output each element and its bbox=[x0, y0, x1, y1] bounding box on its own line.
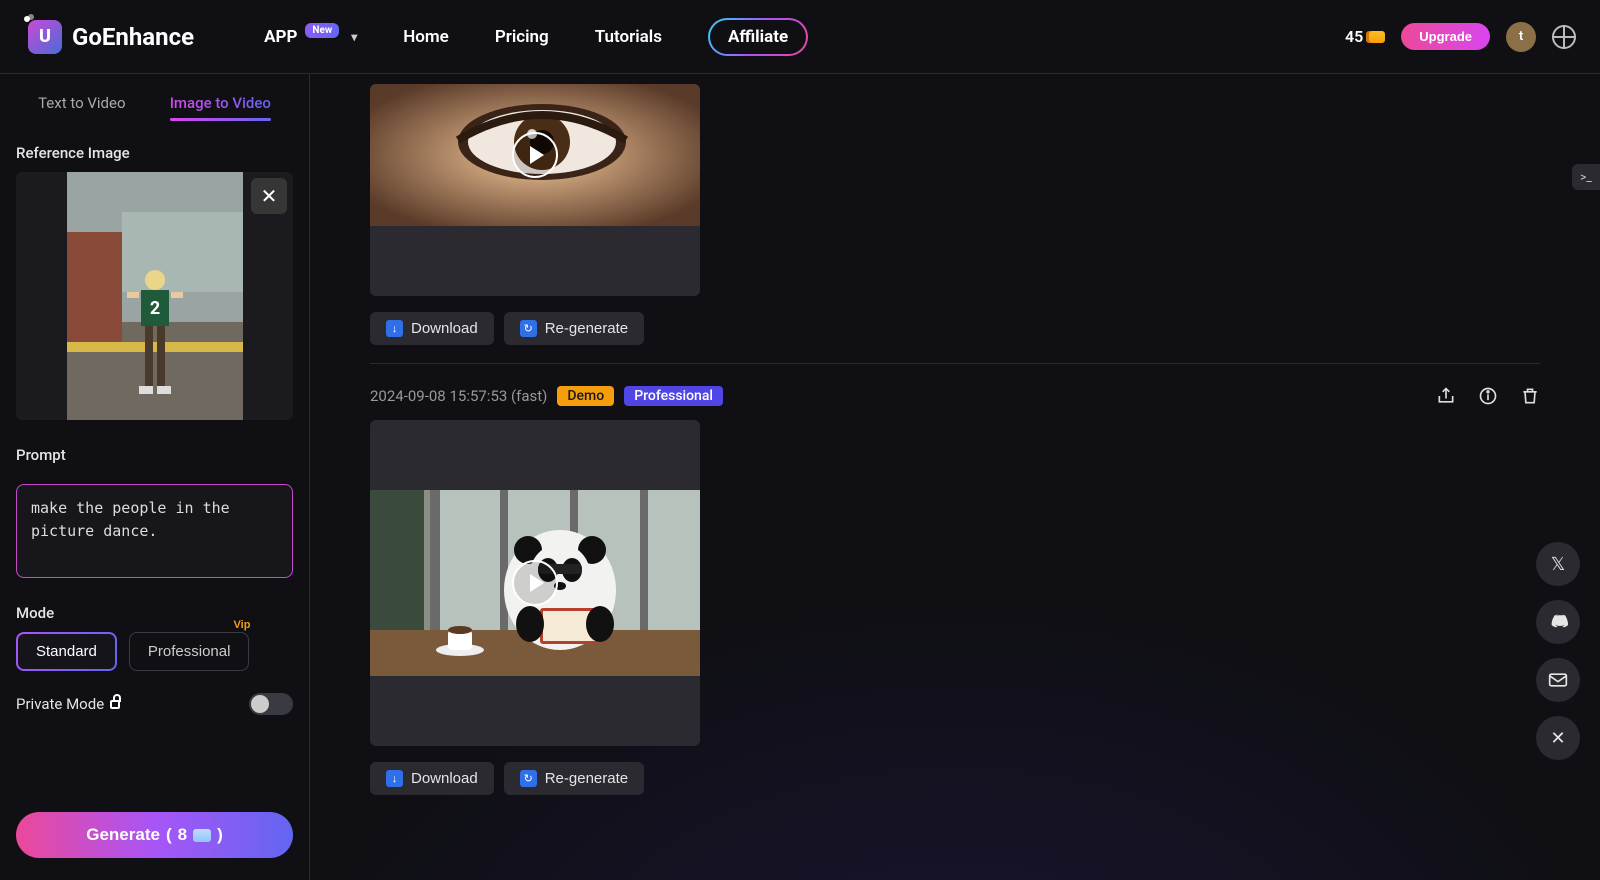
dismiss-social-button[interactable]: ✕ bbox=[1536, 716, 1580, 760]
nav-app-label: APP bbox=[264, 27, 297, 47]
generation-item: ↓ Download ↻ Re-generate bbox=[370, 84, 1540, 364]
generate-button[interactable]: Generate (8 ) bbox=[16, 812, 293, 858]
mail-icon bbox=[1548, 672, 1568, 688]
play-button[interactable] bbox=[512, 132, 558, 178]
reference-image-preview[interactable]: 2 ✕ bbox=[16, 172, 293, 420]
badge-demo: Demo bbox=[557, 386, 614, 406]
tab-image-to-video[interactable]: Image to Video bbox=[170, 94, 271, 118]
generation-meta: 2024-09-08 15:57:53 (fast) Demo Professi… bbox=[370, 386, 1540, 406]
close-icon: ✕ bbox=[261, 184, 278, 208]
nav-tutorials[interactable]: Tutorials bbox=[595, 27, 662, 47]
generation-meta-actions bbox=[1436, 386, 1540, 406]
private-mode-label: Private Mode bbox=[16, 695, 120, 713]
generation-timestamp: 2024-09-08 15:57:53 (fast) bbox=[370, 387, 547, 405]
brand-logo[interactable]: U GoEnhance bbox=[28, 20, 194, 54]
nav-pricing[interactable]: Pricing bbox=[495, 27, 549, 47]
generation-actions: ↓ Download ↻ Re-generate bbox=[370, 762, 1540, 795]
badge-professional: Professional bbox=[624, 386, 723, 406]
coin-icon bbox=[1369, 31, 1385, 43]
delete-icon[interactable] bbox=[1520, 386, 1540, 406]
generation-item: 2024-09-08 15:57:53 (fast) Demo Professi… bbox=[370, 386, 1540, 813]
lock-icon bbox=[110, 700, 120, 709]
mode-professional-button[interactable]: Vip Professional bbox=[129, 632, 250, 671]
console-toggle[interactable]: >_ bbox=[1572, 164, 1600, 190]
download-button[interactable]: ↓ Download bbox=[370, 762, 494, 795]
download-icon: ↓ bbox=[386, 770, 403, 787]
private-mode-row: Private Mode bbox=[16, 693, 293, 715]
close-icon: ✕ bbox=[1550, 728, 1565, 749]
header-right: 45 Upgrade t bbox=[1345, 22, 1576, 52]
nav-home[interactable]: Home bbox=[403, 27, 449, 47]
discord-icon bbox=[1547, 613, 1569, 631]
chevron-down-icon: ▾ bbox=[351, 30, 357, 44]
main-layout: Text to Video Image to Video Reference I… bbox=[0, 74, 1600, 880]
mode-options: Standard Vip Professional bbox=[16, 632, 293, 671]
nav-app-dropdown[interactable]: APP New ▾ bbox=[264, 27, 357, 47]
twitter-button[interactable]: 𝕏 bbox=[1536, 542, 1580, 586]
video-card bbox=[370, 420, 700, 746]
app-header: U GoEnhance APP New ▾ Home Pricing Tutor… bbox=[0, 0, 1600, 74]
download-icon: ↓ bbox=[386, 320, 403, 337]
x-icon: 𝕏 bbox=[1551, 554, 1566, 575]
reference-image-label: Reference Image bbox=[16, 144, 293, 162]
prompt-input[interactable] bbox=[16, 484, 293, 578]
remove-reference-button[interactable]: ✕ bbox=[251, 178, 287, 214]
discord-button[interactable] bbox=[1536, 600, 1580, 644]
new-badge: New bbox=[305, 23, 339, 38]
logo-mark-icon: U bbox=[28, 20, 62, 54]
download-button[interactable]: ↓ Download bbox=[370, 312, 494, 345]
user-avatar[interactable]: t bbox=[1506, 22, 1536, 52]
refresh-icon: ↻ bbox=[520, 770, 537, 787]
language-icon[interactable] bbox=[1552, 25, 1576, 49]
video-thumbnail-wrap bbox=[370, 490, 700, 676]
play-button[interactable] bbox=[512, 560, 558, 606]
social-float: 𝕏 ✕ bbox=[1536, 542, 1580, 760]
svg-text:2: 2 bbox=[149, 298, 159, 319]
sidebar: Text to Video Image to Video Reference I… bbox=[0, 74, 310, 880]
info-icon[interactable] bbox=[1478, 386, 1498, 406]
mail-button[interactable] bbox=[1536, 658, 1580, 702]
regenerate-button[interactable]: ↻ Re-generate bbox=[504, 312, 644, 345]
mode-tabs: Text to Video Image to Video bbox=[16, 90, 293, 118]
tab-text-to-video[interactable]: Text to Video bbox=[38, 94, 125, 118]
generation-actions: ↓ Download ↻ Re-generate bbox=[370, 312, 1540, 345]
regenerate-button[interactable]: ↻ Re-generate bbox=[504, 762, 644, 795]
vip-badge: Vip bbox=[234, 619, 251, 631]
credits-amount: 45 bbox=[1345, 27, 1363, 46]
private-mode-toggle[interactable] bbox=[249, 693, 293, 715]
upgrade-button[interactable]: Upgrade bbox=[1401, 23, 1490, 50]
refresh-icon: ↻ bbox=[520, 320, 537, 337]
mode-label: Mode bbox=[16, 604, 293, 622]
brand-name: GoEnhance bbox=[72, 23, 194, 51]
mode-professional-label: Professional bbox=[148, 643, 231, 660]
generate-cost: 8 bbox=[178, 825, 187, 845]
nav-affiliate[interactable]: Affiliate bbox=[708, 18, 808, 56]
generations-panel[interactable]: >_ bbox=[310, 74, 1600, 880]
reference-image-thumb: 2 bbox=[67, 172, 243, 420]
mode-standard-button[interactable]: Standard bbox=[16, 632, 117, 671]
generate-label: Generate bbox=[86, 825, 160, 845]
prompt-label: Prompt bbox=[16, 446, 293, 464]
video-card bbox=[370, 84, 700, 296]
coin-icon bbox=[193, 829, 211, 842]
credits-display[interactable]: 45 bbox=[1345, 27, 1385, 46]
primary-nav: APP New ▾ Home Pricing Tutorials Affilia… bbox=[264, 18, 808, 56]
share-icon[interactable] bbox=[1436, 386, 1456, 406]
